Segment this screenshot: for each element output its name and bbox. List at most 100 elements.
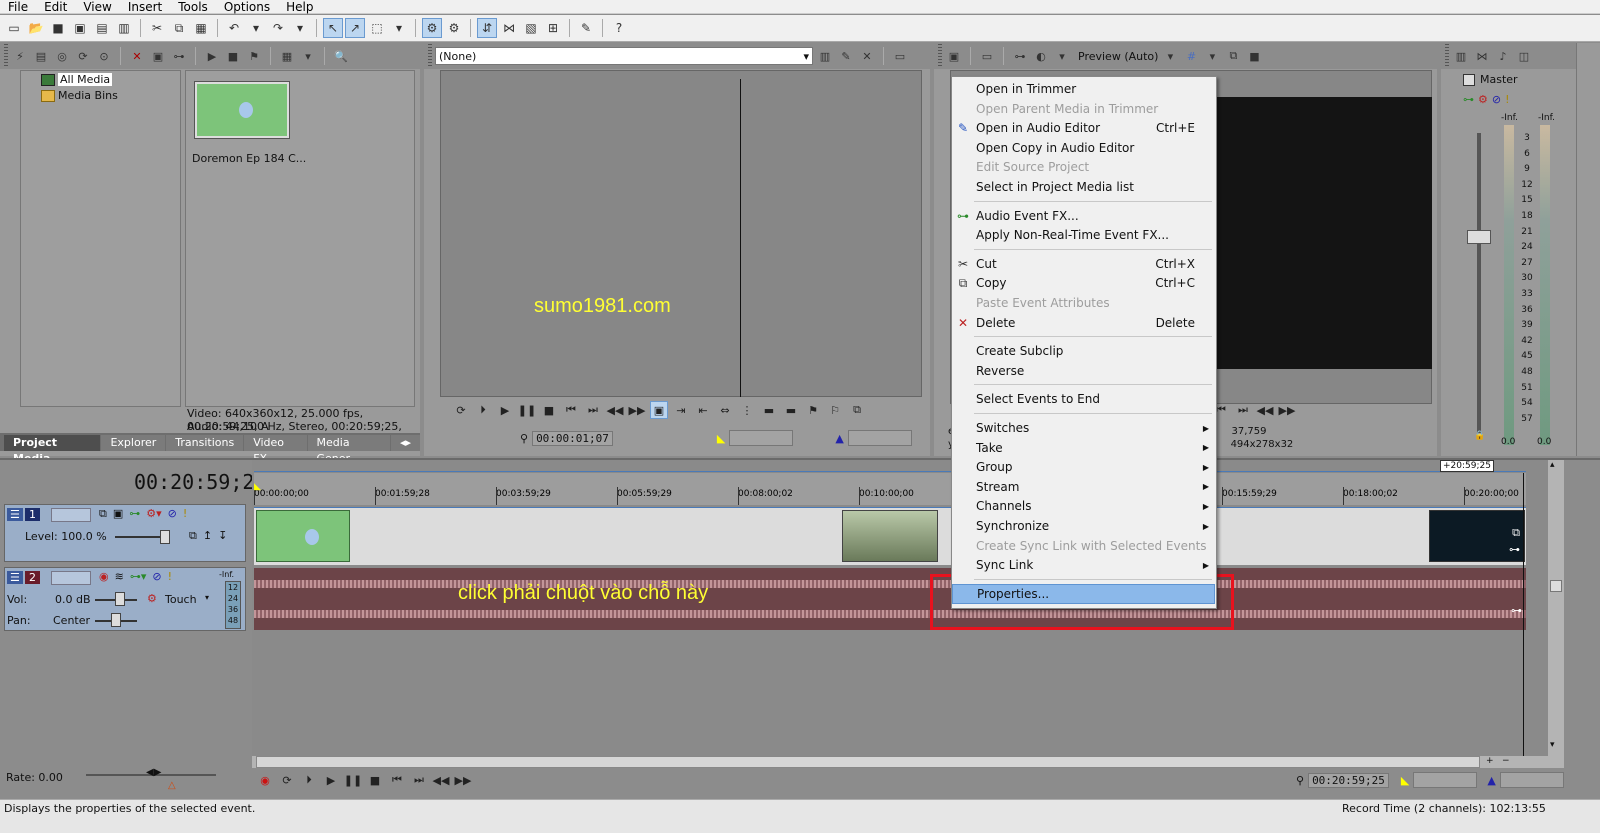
stop-icon[interactable]: ■ [224, 47, 242, 65]
automation-settings-icon[interactable]: ⚙ [147, 592, 157, 605]
region-icon[interactable]: ⚐ [826, 401, 844, 419]
media-fx-icon[interactable]: ⊶ [170, 47, 188, 65]
menu-options[interactable]: Options [216, 0, 278, 14]
record-icon[interactable]: ◉ [256, 771, 274, 789]
playhead[interactable] [1523, 473, 1524, 756]
scroll-up-icon[interactable]: ▴ [1550, 460, 1555, 470]
menu-item-sync-link[interactable]: Sync Link ▶ [952, 555, 1215, 575]
preview-props-icon[interactable]: ▣ [945, 47, 963, 65]
video-event-thumb-3[interactable]: ⧉ ⊶ [1429, 510, 1525, 562]
selection-start-field[interactable] [1413, 772, 1478, 788]
trim-clear-icon[interactable]: ▬ [760, 401, 778, 419]
menu-item-properties[interactable]: Properties... [952, 583, 1215, 604]
master-fader-knob[interactable] [1467, 230, 1491, 244]
video-event-thumb-2[interactable] [842, 510, 938, 562]
automation-dropdown-icon[interactable]: ▾ [205, 593, 209, 602]
pause-icon[interactable]: ❚❚ [518, 401, 536, 419]
menu-edit[interactable]: Edit [36, 0, 75, 14]
tab-transitions[interactable]: Transitions [166, 435, 244, 451]
auto-preview-icon[interactable]: ⚑ [245, 47, 263, 65]
trimmer-media-dropdown[interactable]: (None) ▾ [435, 47, 813, 65]
audio-solo-icon[interactable]: ! [168, 570, 172, 583]
copy-snapshot-icon[interactable]: ⧉ [1224, 47, 1242, 65]
master-solo-icon[interactable]: ! [1505, 93, 1509, 106]
capture-icon[interactable]: ▤ [32, 47, 50, 65]
menu-item-audio-event-fx[interactable]: ⊶ Audio Event FX... [952, 206, 1215, 226]
auto-crossfade-icon[interactable]: ⋈ [499, 18, 519, 38]
fader-lock-icon[interactable]: 🔒 [1474, 431, 1485, 441]
video-level-knob[interactable] [160, 530, 170, 544]
video-event-thumb-1[interactable] [256, 510, 350, 562]
trim-insert-icon[interactable]: ⇥ [672, 401, 690, 419]
ripple-options-icon[interactable]: ⚙ [444, 18, 464, 38]
trim-region-icon[interactable]: ▬ [782, 401, 800, 419]
tab-scroll-arrows-icon[interactable]: ◂▸ [390, 435, 420, 451]
video-fx-icon[interactable]: ⊶ [1011, 47, 1029, 65]
trimmer-monitor-icon[interactable]: ▭ [891, 47, 909, 65]
cut-icon[interactable]: ✂ [147, 18, 167, 38]
tab-video-fx[interactable]: Video FX [244, 435, 307, 465]
selection-tool-icon[interactable]: ⬚ [367, 18, 387, 38]
menu-item-edit-source-project[interactable]: Edit Source Project [952, 157, 1215, 177]
audio-event-fx-icon[interactable]: ⊶ [1511, 604, 1522, 617]
undo-dropdown-icon[interactable]: ▾ [246, 18, 266, 38]
views-icon[interactable]: ▦ [278, 47, 296, 65]
menu-item-copy[interactable]: ⧉ Copy Ctrl+C [952, 273, 1215, 293]
go-to-end-icon[interactable]: ⏭ [410, 771, 428, 789]
play-from-start-icon[interactable]: ⏵ [474, 401, 492, 419]
menu-item-take[interactable]: Take ▶ [952, 438, 1215, 458]
timeline-timecode[interactable]: 00:20:59;25 [134, 470, 266, 494]
menu-item-apply-non-real-time-event-fx[interactable]: Apply Non-Real-Time Event FX... [952, 225, 1215, 245]
split-screen-icon[interactable]: ◐ [1032, 47, 1050, 65]
fast-forward-icon[interactable]: ▶▶ [628, 401, 646, 419]
open-icon[interactable]: 📂 [26, 18, 46, 38]
envelope-tool-icon[interactable]: ↗ [345, 18, 365, 38]
overlays-dropdown-icon[interactable]: ▾ [1203, 47, 1221, 65]
tab-project-media[interactable]: Project Media [4, 435, 101, 465]
save-snapshot-icon[interactable]: ■ [1245, 47, 1263, 65]
loop-playback-icon[interactable]: ⟳ [278, 771, 296, 789]
render-icon[interactable]: ▤ [92, 18, 112, 38]
menu-item-select-in-project-media-list[interactable]: Select in Project Media list [952, 177, 1215, 197]
mute-icon[interactable]: ⊘ [168, 507, 177, 521]
video-track-lane[interactable]: ⧉ ⊶ [254, 507, 1526, 565]
media-properties-icon[interactable]: ▣ [149, 47, 167, 65]
zoom-icon[interactable]: 🔍 [332, 47, 350, 65]
trim-fit-icon[interactable]: ⇔ [716, 401, 734, 419]
video-track-header[interactable]: ☰ 1 ⧉ ▣ ⊶ ⚙▾ ⊘ ! Level: 100.0 % ⧉ ↥ ↧ [4, 504, 246, 562]
timeline-area[interactable]: +20:59;25 00:00:00;00 00:01:59;28 00:03:59… [252, 460, 1548, 756]
menu-help[interactable]: Help [278, 0, 321, 14]
track-settings-icon[interactable]: ⚙▾ [146, 507, 161, 521]
move-up-icon[interactable]: ↥ [203, 529, 212, 543]
tab-explorer[interactable]: Explorer [101, 435, 166, 451]
go-to-start-icon[interactable]: ⏮ [388, 771, 406, 789]
menu-tools[interactable]: Tools [170, 0, 216, 14]
overlays-icon[interactable]: # [1182, 47, 1200, 65]
audio-track-fx-icon[interactable]: ⊶▾ [130, 570, 147, 583]
import-media-icon[interactable]: ⚡ [11, 47, 29, 65]
trim-overwrite-icon[interactable]: ⇤ [694, 401, 712, 419]
new-icon[interactable]: ▭ [4, 18, 24, 38]
menu-item-group[interactable]: Group ▶ [952, 457, 1215, 477]
audio-track-header[interactable]: ☰ 2 ◉ ≋ ⊶▾ ⊘ ! -Inf. 12 24 36 48 Vol: 0.0 d… [4, 567, 246, 631]
lock-envelopes-icon[interactable]: ▧ [521, 18, 541, 38]
quality-dropdown-icon[interactable]: ▾ [1161, 47, 1179, 65]
zoom-out-icon[interactable]: − [1502, 756, 1510, 766]
menu-item-create-subclip[interactable]: Create Subclip [952, 341, 1215, 361]
menu-item-select-events-to-end[interactable]: Select Events to End [952, 389, 1215, 409]
cursor-timecode[interactable]: 00:20:59;25 [1308, 772, 1389, 788]
menu-item-switches[interactable]: Switches ▶ [952, 418, 1215, 438]
timeline-vertical-scrollbar[interactable]: ▴ ▾ [1548, 460, 1564, 756]
menu-item-channels[interactable]: Channels ▶ [952, 496, 1215, 516]
master-mute-icon[interactable]: ⊘ [1492, 93, 1501, 106]
loop-region-bar[interactable] [254, 462, 1526, 472]
views-dropdown-icon[interactable]: ▾ [299, 47, 317, 65]
prev-frame-icon[interactable]: ◀◀ [432, 771, 450, 789]
tool-dropdown-icon[interactable]: ▾ [389, 18, 409, 38]
menu-item-paste-event-attributes[interactable]: Paste Event Attributes [952, 293, 1215, 313]
tab-media-generators[interactable]: Media Gener [307, 435, 390, 465]
tree-item-all-media[interactable]: All Media [41, 73, 113, 86]
video-track-collapse-icon[interactable]: ☰ [7, 508, 23, 521]
mono-icon[interactable]: ♪ [1494, 47, 1512, 65]
audio-mute-icon[interactable]: ⊘ [152, 570, 161, 583]
